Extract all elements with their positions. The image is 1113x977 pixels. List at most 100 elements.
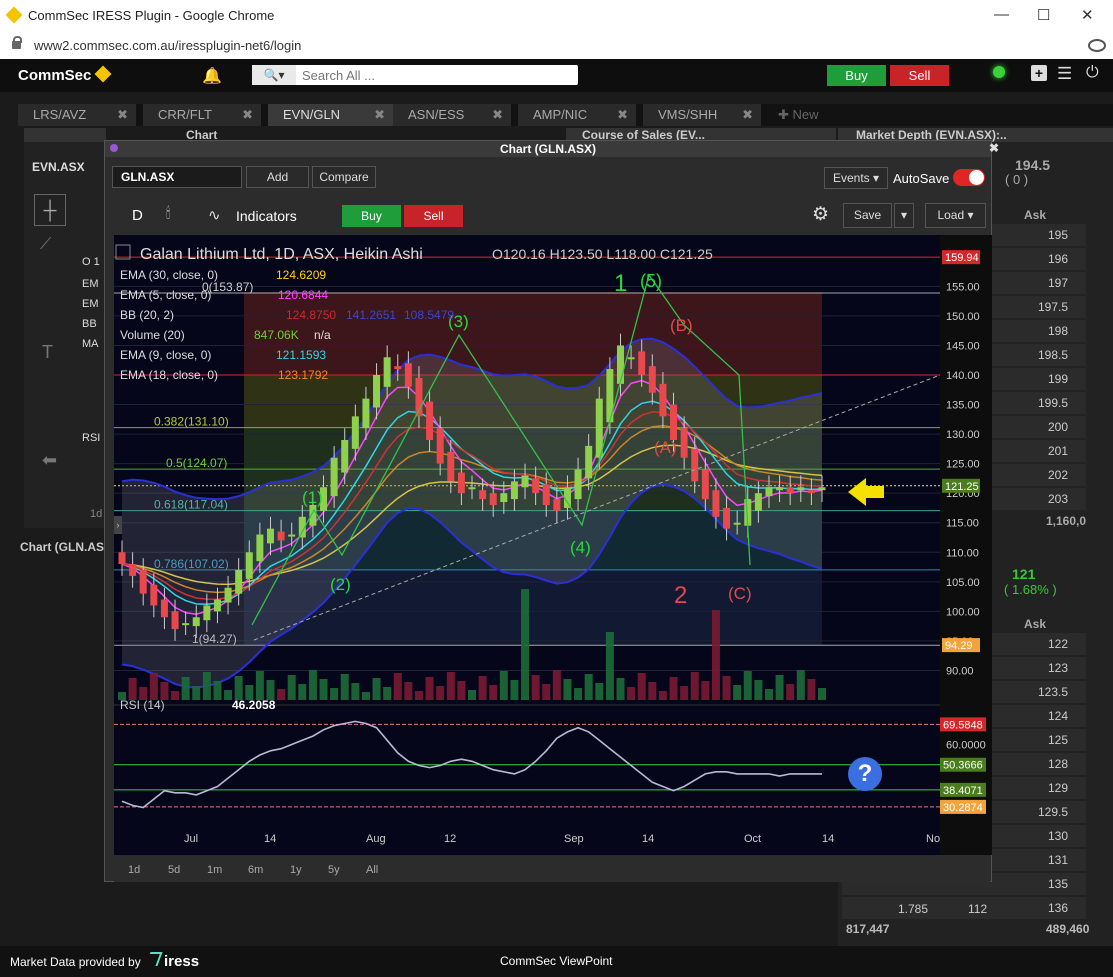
collapse-side-icon[interactable]: › [114, 516, 122, 534]
chart-buy-button[interactable]: Buy [342, 205, 401, 227]
close-tab-icon[interactable]: ✖ [117, 104, 128, 126]
close-tab-icon[interactable]: ✖ [374, 104, 385, 126]
candlestick-type-icon[interactable]: 🕯 [166, 205, 170, 222]
chart-sell-button[interactable]: Sell [404, 205, 463, 227]
close-button[interactable]: ✕ [1081, 6, 1094, 24]
volume-bar [552, 670, 561, 700]
notification-bell-icon[interactable]: 🔔 [202, 66, 222, 86]
rsi-tag-label: 50.3666 [943, 760, 983, 772]
rsi-tag-label: 30.2874 [943, 802, 983, 814]
back-arrow-icon[interactable]: ⬅ [42, 450, 57, 471]
tab-vms-shh[interactable]: VMS/SHH ✖ [643, 104, 761, 126]
ask-price: 199.5 [1037, 396, 1068, 410]
indicator-value: 123.1792 [278, 368, 328, 382]
search-icon[interactable]: 🔍▾ [252, 65, 296, 85]
add-button[interactable]: Add [246, 166, 309, 188]
ask-price: 202 [1047, 468, 1068, 482]
depth-row[interactable]: 136 [842, 897, 1086, 920]
indicator-name: EMA (9, close, 0) [120, 348, 211, 362]
maximize-button[interactable]: ☐ [1037, 6, 1050, 24]
lightbulb-icon[interactable] [993, 66, 1005, 78]
depth-bottom-left: 1.785 [898, 902, 929, 916]
volume-bar [637, 673, 646, 700]
indicators-button[interactable]: Indicators [236, 208, 297, 224]
close-tab-icon[interactable]: ✖ [492, 104, 503, 126]
price-chart[interactable]: 0(153.87)0.382(131.10)0.5(124.07)0.618(1… [114, 235, 940, 855]
volume-bar [627, 687, 636, 700]
settings-gear-icon[interactable]: ⚙ [812, 203, 829, 226]
tab-lrs-avz[interactable]: LRS/AVZ ✖ [18, 104, 136, 126]
tab-evn-gln[interactable]: EVN/GLN ✖ [268, 104, 393, 126]
left-bottom-tab[interactable]: Chart (GLN.ASX) [20, 540, 116, 554]
range-6m[interactable]: 6m [248, 864, 263, 876]
x-axis-label: 14 [822, 833, 834, 845]
left-snippet-em: EM [82, 278, 99, 290]
range-5y[interactable]: 5y [328, 864, 340, 876]
close-tab-icon[interactable]: ✖ [242, 104, 253, 126]
volume-bar [224, 690, 233, 700]
load-button[interactable]: Load ▾ [925, 203, 986, 228]
menu-icon[interactable]: ☰ [1057, 64, 1072, 84]
price-axis[interactable]: 90.0095.00100.00105.00110.00115.00120.00… [940, 235, 992, 855]
x-axis-label: Aug [366, 833, 386, 845]
autosave-toggle[interactable] [953, 169, 985, 186]
search-input[interactable] [300, 66, 574, 85]
y-axis-label: 155.00 [946, 281, 980, 293]
range-1d[interactable]: 1d [128, 864, 140, 876]
address-bar[interactable]: www2.commsec.com.au/iressplugin-net6/log… [0, 32, 1113, 60]
volume-bar [754, 680, 763, 700]
interval-selector[interactable]: D [132, 207, 143, 224]
window-close-icon[interactable]: ✖ [989, 141, 999, 155]
candle-body [436, 428, 444, 464]
volume-bar [616, 678, 625, 700]
close-tab-icon[interactable]: ✖ [617, 104, 628, 126]
candle-body [585, 445, 593, 479]
range-1y[interactable]: 1y [290, 864, 302, 876]
ohlc-readout: O120.16 H123.50 L118.00 C121.25 [492, 246, 713, 262]
wave-label: (A) [654, 438, 677, 457]
eye-icon[interactable] [1088, 39, 1106, 52]
minimize-button[interactable]: — [994, 6, 1009, 23]
save-dropdown-button[interactable]: ▾ [894, 203, 914, 228]
tab-amp-nic[interactable]: AMP/NIC ✖ [518, 104, 636, 126]
events-button[interactable]: Events ▾ [824, 167, 888, 189]
rsi-name: RSI (14) [120, 698, 165, 712]
header-buy-button[interactable]: Buy [827, 65, 886, 86]
url-text[interactable]: www2.commsec.com.au/iressplugin-net6/log… [34, 38, 301, 53]
tab-crr-flt[interactable]: CRR/FLT ✖ [143, 104, 261, 126]
range-all[interactable]: All [366, 864, 378, 876]
save-button[interactable]: Save [843, 203, 892, 228]
close-tab-icon[interactable]: ✖ [742, 104, 753, 126]
power-icon[interactable]: ⏻ [1086, 64, 1099, 82]
volume-bar [128, 678, 137, 700]
volume-bar [701, 681, 710, 700]
volume-bar [372, 678, 381, 700]
text-tool-icon[interactable]: T [42, 342, 53, 363]
iress-logo[interactable]: iress [145, 952, 199, 970]
volume-bar [669, 677, 678, 700]
y-axis-label: 150.00 [946, 311, 980, 323]
new-tab-button[interactable]: ✚ New [770, 104, 840, 126]
header-sell-button[interactable]: Sell [890, 65, 949, 86]
indicators-icon[interactable]: ∿ [208, 206, 221, 224]
plus-icon[interactable]: + [1031, 65, 1047, 81]
help-question-icon[interactable]: ? [848, 757, 882, 791]
compare-button[interactable]: Compare [312, 166, 376, 188]
symbol-input[interactable]: GLN.ASX [112, 166, 242, 188]
wave-label: (5) [640, 271, 662, 291]
indicator-name: EMA (5, close, 0) [120, 288, 211, 302]
commsec-logo[interactable]: CommSec [18, 65, 112, 84]
left-symbol[interactable]: EVN.ASX [32, 160, 85, 174]
indicator-name: EMA (30, close, 0) [120, 268, 218, 282]
volume-bar [319, 679, 328, 700]
candle-body [521, 475, 529, 488]
ask-price: 130 [1047, 829, 1068, 843]
crosshair-tool-icon[interactable]: ┼ [34, 194, 66, 226]
search-box[interactable]: 🔍▾ [252, 65, 578, 85]
volume-bar [255, 671, 264, 700]
tab-asn-ess[interactable]: ASN/ESS ✖ [393, 104, 511, 126]
range-5d[interactable]: 5d [168, 864, 180, 876]
range-1m[interactable]: 1m [207, 864, 222, 876]
line-tool-icon[interactable]: ⟋ [40, 236, 51, 254]
window-title: CommSec IRESS Plugin - Google Chrome [28, 8, 275, 23]
